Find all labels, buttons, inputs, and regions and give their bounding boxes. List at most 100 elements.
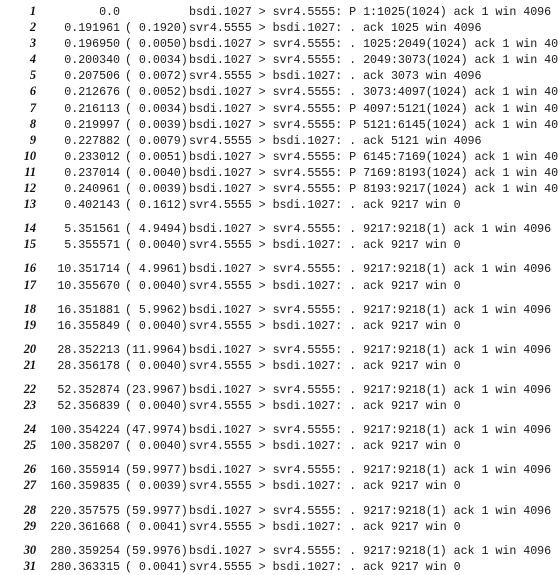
packet-timestamp: 0.227882 xyxy=(64,133,120,148)
packet-timestamp: 16.355849 xyxy=(57,318,120,333)
packet-time-delta: ( 0.0072) xyxy=(125,69,188,84)
packet-time-delta: (59.9977) xyxy=(125,503,188,518)
packet-timestamp: 0.191961 xyxy=(64,21,120,36)
packet-timestamp: 0.240961 xyxy=(64,182,120,197)
trace-row: 17 10.355670 ( 0.0040)svr4.5555 > bsdi.102… xyxy=(0,277,558,293)
packet-time-delta: (23.9967) xyxy=(125,382,188,397)
line-number: 28 xyxy=(23,502,36,517)
trace-row: 22 52.352874 (23.9967)bsdi.1027 > svr4.555… xyxy=(0,381,558,397)
packet-time-delta: ( 0.0040) xyxy=(125,399,188,414)
packet-time-delta: ( 0.0034) xyxy=(125,101,188,116)
packet-timestamp: 0.216113 xyxy=(64,101,120,116)
packet-timestamp: 160.355914 xyxy=(50,463,120,478)
line-number: 17 xyxy=(23,277,36,292)
packet-time-delta: ( 0.0040) xyxy=(125,318,188,333)
packet-time-delta: ( 0.0051) xyxy=(125,149,188,164)
trace-row: 23 52.356839 ( 0.0040)svr4.5555 > bsdi.102… xyxy=(0,397,558,413)
packet-timestamp: 0.212676 xyxy=(64,85,120,100)
packet-time-delta: ( 0.0039) xyxy=(125,182,188,197)
line-number: 14 xyxy=(23,221,36,236)
packet-timestamp: 10.351714 xyxy=(57,262,120,277)
packet-description: bsdi.1027 > svr4.5555: P 5121:6145(1024)… xyxy=(189,117,558,132)
trace-row: 16 10.351714 ( 4.9961)bsdi.1027 > svr4.555… xyxy=(0,260,558,276)
line-number: 18 xyxy=(23,301,36,316)
packet-description: svr4.5555 > bsdi.1027: . ack 9217 win 0 xyxy=(189,318,461,333)
packet-time-delta: (59.9977) xyxy=(125,463,188,478)
line-number: 29 xyxy=(23,518,36,533)
line-number: 16 xyxy=(23,261,36,276)
packet-timestamp: 28.356178 xyxy=(57,358,120,373)
trace-row: 30 280.359254 (59.9976)bsdi.1027 > svr4.55… xyxy=(0,542,558,558)
packet-timestamp: 0.402143 xyxy=(64,198,120,213)
packet-timestamp: 0.219997 xyxy=(64,117,120,132)
line-number: 9 xyxy=(29,132,36,147)
group-separator xyxy=(0,534,558,542)
trace-row: 19 16.355849 ( 0.0040)svr4.5555 > bsdi.102… xyxy=(0,317,558,333)
packet-description: bsdi.1027 > svr4.5555: . 9217:9218(1) ac… xyxy=(189,382,552,397)
line-number: 8 xyxy=(29,116,36,131)
packet-timestamp: 0.200340 xyxy=(64,53,120,68)
line-number: 11 xyxy=(24,164,36,179)
trace-row: 29 220.361668 ( 0.0041)svr4.5555 > bsdi.10… xyxy=(0,518,558,534)
group-separator xyxy=(0,293,558,301)
packet-time-delta: ( 0.0040) xyxy=(125,278,188,293)
trace-row: 6 0.212676 ( 0.0052)bsdi.1027 > svr4.5555:… xyxy=(0,83,558,99)
packet-description: svr4.5555 > bsdi.1027: . ack 3073 win 40… xyxy=(189,69,482,84)
line-number: 24 xyxy=(23,422,36,437)
packet-time-delta: (59.9976) xyxy=(125,543,188,558)
trace-row: 10 0.233012 ( 0.0051)bsdi.1027 > svr4.5555… xyxy=(0,148,558,164)
packet-description: bsdi.1027 > svr4.5555: . 9217:9218(1) ac… xyxy=(189,543,552,558)
packet-description: svr4.5555 > bsdi.1027: . ack 9217 win 0 xyxy=(189,439,461,454)
packet-timestamp: 52.356839 xyxy=(57,399,120,414)
packet-time-delta: ( 0.0040) xyxy=(125,439,188,454)
packet-description: svr4.5555 > bsdi.1027: . ack 9217 win 0 xyxy=(189,278,461,293)
packet-timestamp: 0.207506 xyxy=(64,69,120,84)
trace-row: 28 220.357575 (59.9977)bsdi.1027 > svr4.55… xyxy=(0,502,558,518)
packet-description: svr4.5555 > bsdi.1027: . ack 9217 win 0 xyxy=(189,238,461,253)
packet-timestamp: 52.352874 xyxy=(57,382,120,397)
trace-row: 14 5.351561 ( 4.9494)bsdi.1027 > svr4.5555… xyxy=(0,220,558,236)
packet-timestamp: 10.355670 xyxy=(57,278,120,293)
packet-timestamp: 0.0 xyxy=(99,5,120,19)
packet-time-delta: ( 0.0052) xyxy=(125,85,188,100)
packet-description: svr4.5555 > bsdi.1027: . ack 9217 win 0 xyxy=(189,479,461,494)
trace-row: 26 160.355914 (59.9977)bsdi.1027 > svr4.55… xyxy=(0,461,558,477)
packet-time-delta: ( 0.0041) xyxy=(125,519,188,534)
trace-row: 3 0.196950 ( 0.0050)bsdi.1027 > svr4.5555:… xyxy=(0,35,558,51)
packet-time-delta: ( 0.0040) xyxy=(125,165,188,180)
line-number: 2 xyxy=(29,20,36,35)
packet-timestamp: 0.237014 xyxy=(64,165,120,180)
packet-time-delta: ( 0.1612) xyxy=(125,198,188,213)
trace-row: 7 0.216113 ( 0.0034)bsdi.1027 > svr4.5555:… xyxy=(0,100,558,116)
packet-description: svr4.5555 > bsdi.1027: . ack 5121 win 40… xyxy=(189,133,482,148)
tcpdump-trace-listing: 1 0.0 bsdi.1027 > svr4.5555: P 1:1025(1024… xyxy=(0,0,558,574)
packet-description: svr4.5555 > bsdi.1027: . ack 1025 win 40… xyxy=(189,21,482,36)
line-number: 13 xyxy=(23,197,36,212)
packet-description: bsdi.1027 > svr4.5555: . 3073:4097(1024)… xyxy=(189,85,558,100)
packet-time-delta: ( 0.0041) xyxy=(125,559,188,574)
packet-timestamp: 100.358207 xyxy=(50,439,120,454)
packet-timestamp: 280.363315 xyxy=(50,559,120,574)
line-number: 3 xyxy=(29,36,36,51)
packet-description: bsdi.1027 > svr4.5555: . 9217:9218(1) ac… xyxy=(189,302,552,317)
group-separator xyxy=(0,252,558,260)
packet-description: bsdi.1027 > svr4.5555: P 6145:7169(1024)… xyxy=(189,149,558,164)
group-separator xyxy=(0,494,558,502)
group-separator xyxy=(0,333,558,341)
trace-row: 31 280.363315 ( 0.0041)svr4.5555 > bsdi.10… xyxy=(0,558,558,574)
line-number: 31 xyxy=(23,558,36,573)
packet-time-delta: (11.9964) xyxy=(125,342,188,357)
trace-row: 1 0.0 bsdi.1027 > svr4.5555: P 1:1025(1024… xyxy=(0,3,558,19)
packet-time-delta: ( 0.0040) xyxy=(125,238,188,253)
trace-row: 8 0.219997 ( 0.0039)bsdi.1027 > svr4.5555:… xyxy=(0,116,558,132)
trace-row: 5 0.207506 ( 0.0072)svr4.5555 > bsdi.1027:… xyxy=(0,67,558,83)
packet-description: bsdi.1027 > svr4.5555: . 9217:9218(1) ac… xyxy=(189,222,552,237)
packet-timestamp: 220.361668 xyxy=(50,519,120,534)
trace-row: 2 0.191961 ( 0.1920)svr4.5555 > bsdi.1027:… xyxy=(0,19,558,35)
line-number: 19 xyxy=(23,317,36,332)
packet-description: svr4.5555 > bsdi.1027: . ack 9217 win 0 xyxy=(189,559,461,574)
packet-description: bsdi.1027 > svr4.5555: P 7169:8193(1024)… xyxy=(189,165,558,180)
packet-timestamp: 220.357575 xyxy=(50,503,120,518)
packet-time-delta: (47.9974) xyxy=(125,423,188,438)
packet-description: bsdi.1027 > svr4.5555: . 9217:9218(1) ac… xyxy=(189,463,552,478)
